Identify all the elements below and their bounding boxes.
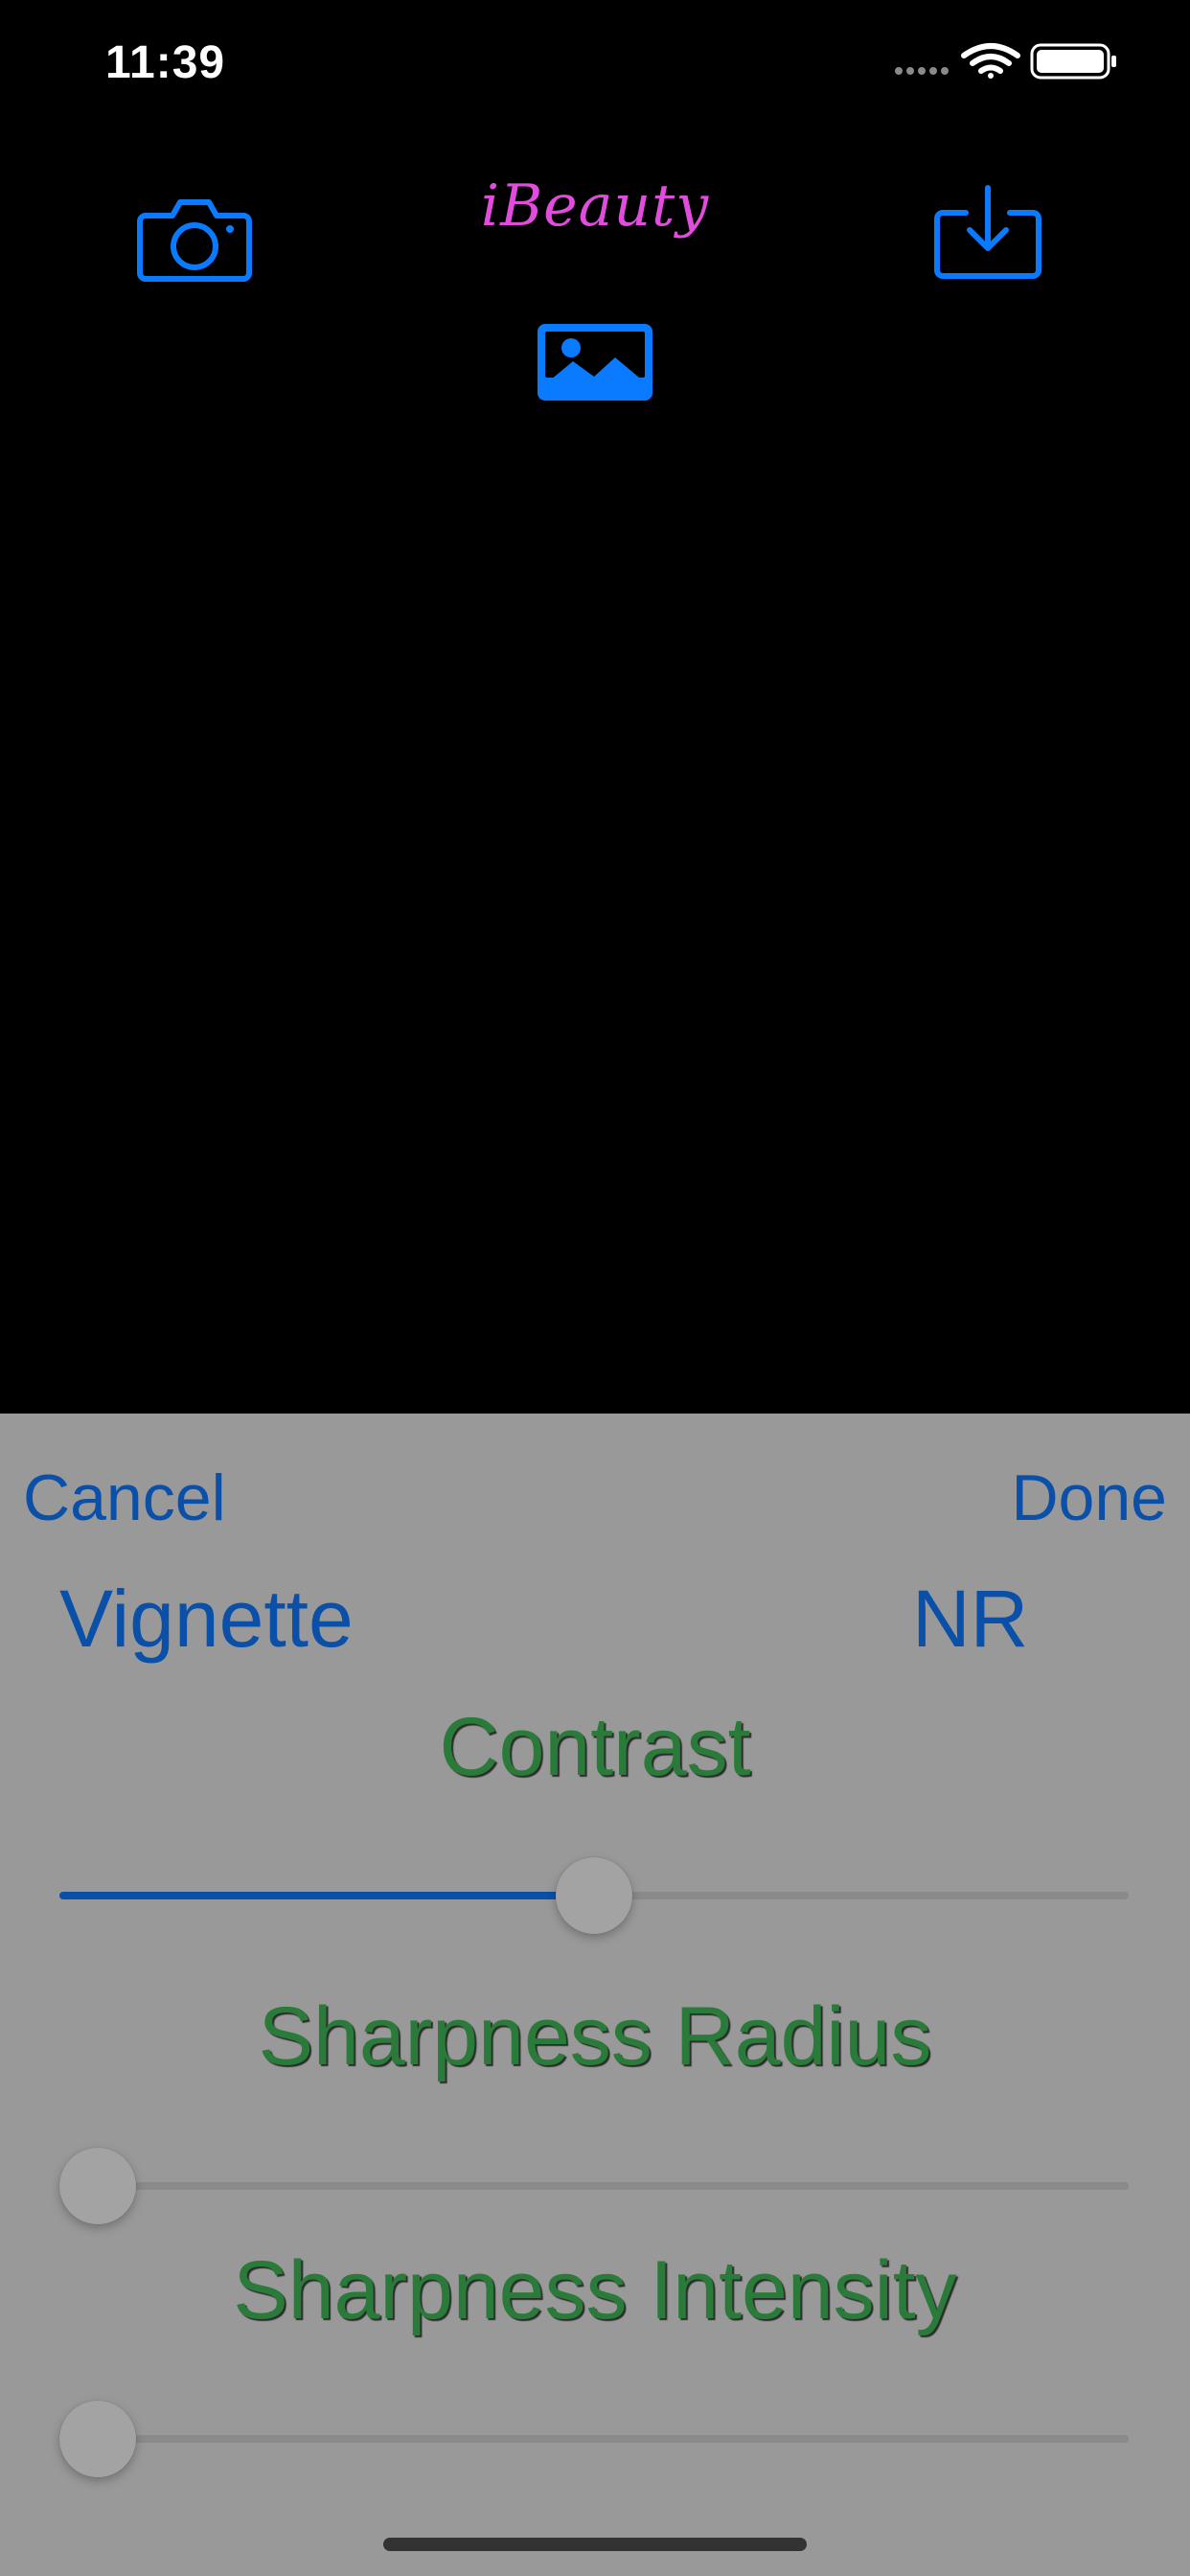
slider-thumb[interactable] — [59, 2148, 136, 2224]
adjustment-panel: Cancel Done Vignette NR Contrast Sharpne… — [0, 1414, 1190, 2576]
slider-thumb[interactable] — [556, 1857, 632, 1934]
slider-track — [59, 2435, 1129, 2443]
slider-track — [59, 2182, 1129, 2190]
download-tray-icon[interactable] — [931, 184, 1044, 282]
vignette-button[interactable]: Vignette — [59, 1578, 354, 1659]
contrast-label: Contrast — [439, 1701, 751, 1793]
slider-thumb[interactable] — [59, 2401, 136, 2477]
battery-icon — [1030, 43, 1116, 80]
cellular-dots-icon — [895, 67, 949, 75]
status-icons — [895, 43, 1116, 80]
sharpness-intensity-slider[interactable] — [59, 2395, 1129, 2481]
slider-fill — [59, 1892, 594, 1899]
sharpness-radius-label: Sharpness Radius — [258, 1990, 932, 2082]
status-time: 11:39 — [105, 37, 226, 88]
home-indicator — [383, 2538, 807, 2551]
contrast-slider[interactable] — [59, 1852, 1129, 1938]
sharpness-radius-slider[interactable] — [59, 2142, 1129, 2228]
wifi-icon — [961, 43, 1020, 79]
done-button[interactable]: Done — [1011, 1465, 1167, 1530]
cancel-button[interactable]: Cancel — [23, 1465, 226, 1530]
nr-button[interactable]: NR — [912, 1578, 1028, 1659]
sharpness-intensity-label: Sharpness Intensity — [233, 2244, 957, 2336]
photo-icon[interactable] — [535, 321, 655, 403]
app-screen: 11:39 iBeauty Cancel Done Vignette NR Co… — [0, 0, 1190, 2576]
